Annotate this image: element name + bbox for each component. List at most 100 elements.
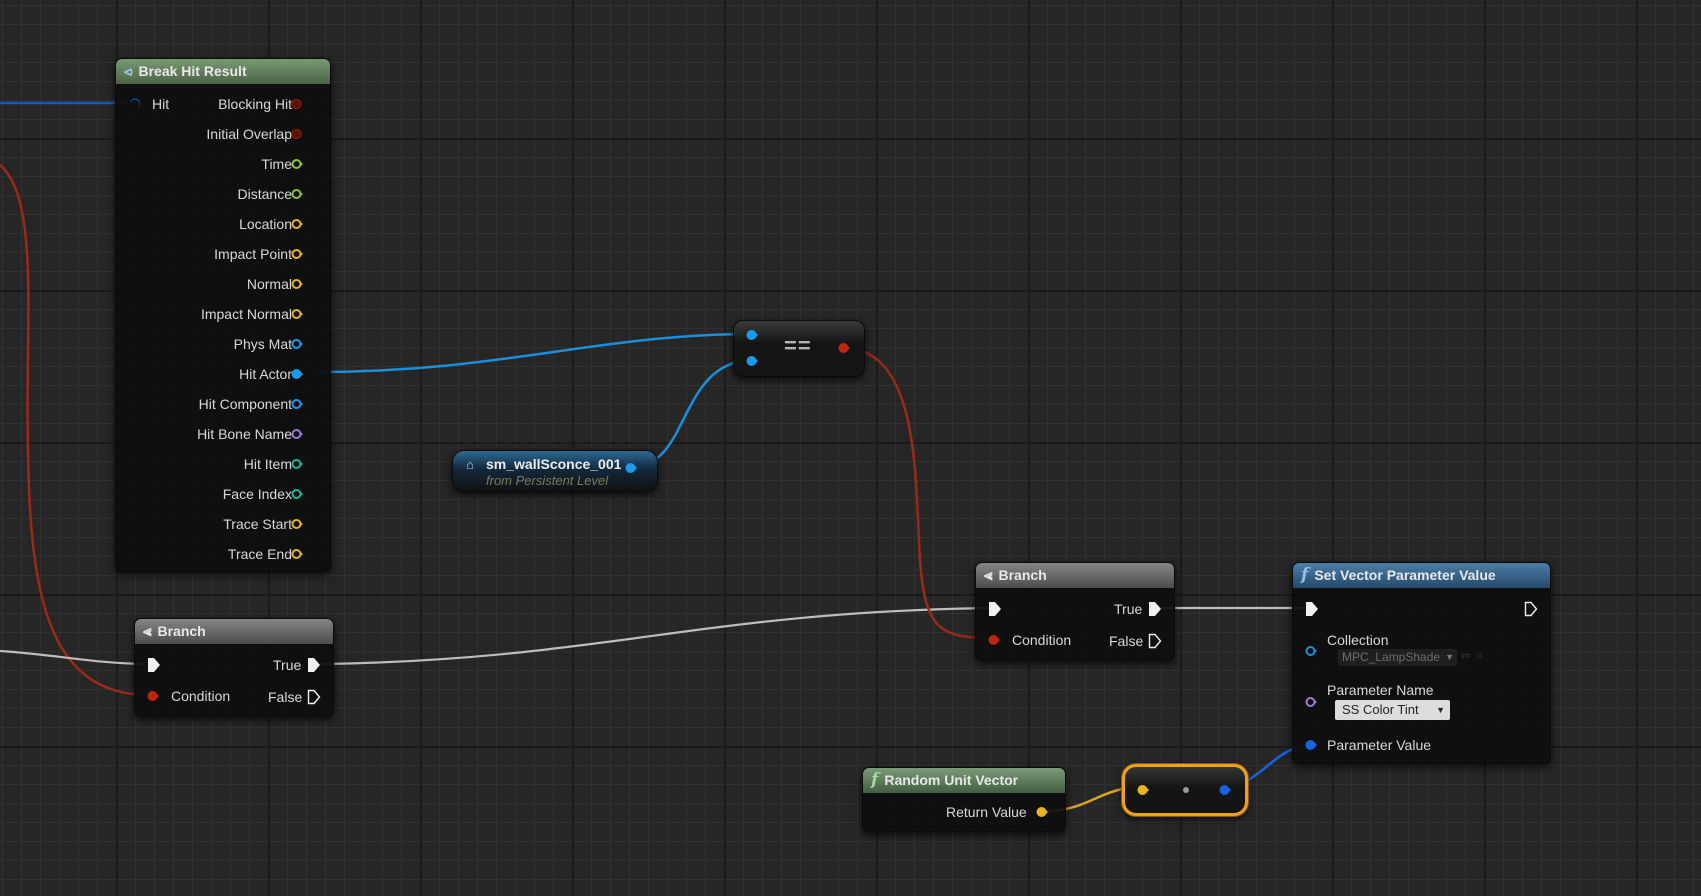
output-pin-blocking-hit[interactable] — [291, 98, 303, 110]
parameter-value-pin[interactable] — [1305, 739, 1317, 751]
parameter-name-label: Parameter Name — [1327, 682, 1434, 698]
true-label: True — [1114, 601, 1143, 617]
equal-input-a-pin[interactable] — [746, 329, 758, 341]
dropdown-arrow-icon: ▼ — [1445, 652, 1454, 662]
collection-asset-dropdown[interactable]: MPC_LampShade ▼ — [1338, 649, 1457, 666]
break-hit-result-node[interactable]: ⪦ Break Hit Result Hit Blocking Hit Initi… — [115, 58, 331, 572]
node-title: Branch — [998, 567, 1047, 583]
branch-icon: ⪡ — [143, 623, 152, 640]
output-pin-phys-mat[interactable] — [291, 338, 303, 350]
condition-label: Condition — [171, 688, 231, 704]
actor-reference-subtitle: from Persistent Level — [486, 473, 609, 488]
parameter-name-value: SS Color Tint — [1342, 702, 1419, 717]
node-header[interactable]: ⪡ Branch — [976, 563, 1174, 588]
node-header[interactable]: f Random Unit Vector — [863, 768, 1065, 793]
output-label-hit-component: Hit Component — [198, 396, 292, 412]
equal-input-b-pin[interactable] — [746, 355, 758, 367]
condition-pin[interactable] — [147, 690, 159, 702]
output-pin-hit-bone-name[interactable] — [291, 428, 303, 440]
node-title: Break Hit Result — [138, 63, 247, 79]
node-title: Branch — [157, 623, 206, 639]
output-label-trace-end: Trace End — [227, 546, 292, 562]
hit-input-pin[interactable] — [129, 98, 141, 110]
output-label-phys-mat: Phys Mat — [233, 336, 292, 352]
output-label-location: Location — [239, 216, 292, 232]
return-value-label: Return Value — [946, 804, 1027, 820]
output-pin-trace-end[interactable] — [291, 548, 303, 560]
output-label-impact-normal: Impact Normal — [200, 306, 292, 322]
hit-input-label: Hit — [152, 96, 170, 112]
break-struct-icon: ⪦ — [124, 63, 133, 80]
node-header[interactable]: f Set Vector Parameter Value — [1293, 563, 1550, 588]
return-value-pin[interactable] — [1036, 806, 1048, 818]
exec-input-pin[interactable] — [147, 657, 161, 673]
parameter-value-label: Parameter Value — [1327, 737, 1432, 753]
output-label-hit-item: Hit Item — [243, 456, 292, 472]
output-label-normal: Normal — [246, 276, 292, 292]
false-label: False — [1109, 633, 1144, 649]
exec-false-pin[interactable] — [1148, 633, 1162, 649]
output-label-time: Time — [261, 156, 292, 172]
output-pin-trace-start[interactable] — [291, 518, 303, 530]
equal-result-pin[interactable] — [838, 342, 850, 354]
output-pin-impact-point[interactable] — [291, 248, 303, 260]
exec-true-pin[interactable] — [1148, 601, 1162, 617]
false-label: False — [268, 689, 303, 705]
output-label-hit-actor: Hit Actor — [239, 366, 292, 382]
exec-input-pin[interactable] — [1305, 601, 1319, 617]
output-label-distance: Distance — [237, 186, 292, 202]
node-title: Random Unit Vector — [884, 772, 1019, 788]
condition-pin[interactable] — [988, 634, 1000, 646]
conversion-output-pin[interactable] — [1219, 784, 1231, 796]
conversion-input-pin[interactable] — [1137, 784, 1149, 796]
equal-node[interactable]: == — [733, 320, 865, 377]
actor-reference-output-pin[interactable] — [625, 462, 637, 474]
output-pin-face-index[interactable] — [291, 488, 303, 500]
exec-input-pin[interactable] — [988, 601, 1002, 617]
output-pin-impact-normal[interactable] — [291, 308, 303, 320]
parameter-name-dropdown[interactable]: SS Color Tint ▼ — [1335, 700, 1450, 720]
branch-icon: ⪡ — [984, 567, 993, 584]
output-label-impact-point: Impact Point — [214, 246, 292, 262]
collection-label: Collection — [1327, 632, 1389, 648]
output-label-face-index: Face Index — [222, 486, 292, 502]
exec-true-pin[interactable] — [307, 657, 321, 673]
output-pin-location[interactable] — [291, 218, 303, 230]
output-pin-initial-overlap[interactable] — [291, 128, 303, 140]
actor-reference-name: sm_wallSconce_001 — [486, 456, 622, 472]
node-header[interactable]: ⪡ Branch — [135, 619, 333, 644]
node-header[interactable]: ⪦ Break Hit Result — [116, 59, 330, 84]
use-selected-asset-icon[interactable]: ⇦ — [1460, 648, 1471, 664]
vector-to-linearcolor-conversion-node[interactable] — [1122, 764, 1248, 816]
function-icon: f — [1301, 565, 1309, 585]
equal-operator: == — [784, 333, 812, 358]
output-label-hit-bone-name: Hit Bone Name — [197, 426, 292, 442]
output-label-blocking-hit: Blocking Hit — [218, 96, 292, 112]
collection-pin[interactable] — [1305, 645, 1317, 657]
output-pin-normal[interactable] — [291, 278, 303, 290]
exec-false-pin[interactable] — [307, 689, 321, 705]
condition-label: Condition — [1012, 632, 1072, 648]
actor-reference-icon: ⌂ — [466, 457, 474, 472]
output-pin-time[interactable] — [291, 158, 303, 170]
branch-node-right[interactable]: ⪡ Branch True Condition False — [975, 562, 1175, 661]
set-vector-parameter-node[interactable]: f Set Vector Parameter Value Collection … — [1292, 562, 1551, 764]
exec-output-pin[interactable] — [1524, 601, 1538, 617]
random-unit-vector-node[interactable]: f Random Unit Vector Return Value — [862, 767, 1066, 832]
output-pin-hit-component[interactable] — [291, 398, 303, 410]
conversion-dot — [1183, 787, 1189, 793]
collection-value: MPC_LampShade — [1342, 650, 1441, 664]
output-pin-distance[interactable] — [291, 188, 303, 200]
branch-node-left[interactable]: ⪡ Branch True Condition False — [134, 618, 334, 717]
output-label-trace-start: Trace Start — [223, 516, 292, 532]
function-icon: f — [871, 770, 879, 790]
node-title: Set Vector Parameter Value — [1314, 567, 1496, 583]
dropdown-arrow-icon: ▼ — [1436, 705, 1445, 715]
output-pin-hit-item[interactable] — [291, 458, 303, 470]
browse-asset-icon[interactable]: ⌕ — [1476, 647, 1483, 663]
true-label: True — [273, 657, 302, 673]
actor-reference-node[interactable]: ⌂ sm_wallSconce_001 from Persistent Leve… — [452, 450, 658, 492]
output-pin-hit-actor[interactable] — [291, 368, 303, 380]
parameter-name-pin[interactable] — [1305, 696, 1317, 708]
output-label-initial-overlap: Initial Overlap — [206, 126, 292, 142]
